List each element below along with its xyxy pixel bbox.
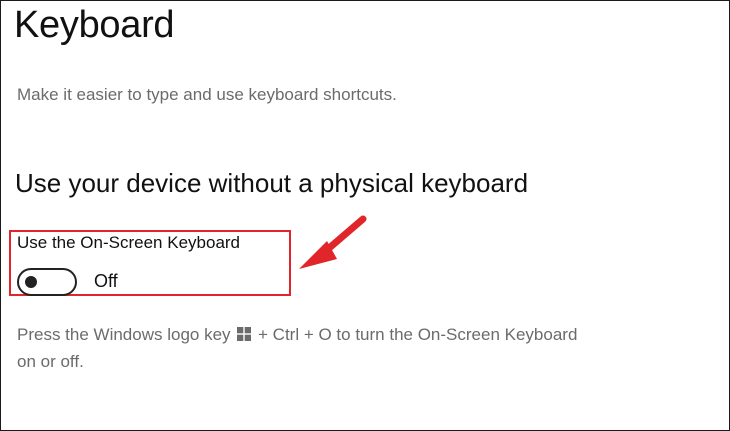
on-screen-keyboard-label: Use the On-Screen Keyboard [17,233,241,252]
toggle-state-text: Off [94,271,118,291]
toggle-knob [25,276,37,288]
help-text: Press the Windows logo key + Ctrl + O to… [17,321,597,375]
settings-window: Keyboard Make it easier to type and use … [0,0,730,431]
page-subtitle: Make it easier to type and use keyboard … [17,85,397,104]
section-heading: Use your device without a physical keybo… [15,168,529,198]
annotation-arrow-icon [299,215,367,269]
on-screen-keyboard-toggle[interactable] [17,268,77,296]
help-text-start: Press the Windows logo key [17,325,231,344]
windows-logo-icon [237,327,252,341]
page-title: Keyboard [14,4,175,46]
